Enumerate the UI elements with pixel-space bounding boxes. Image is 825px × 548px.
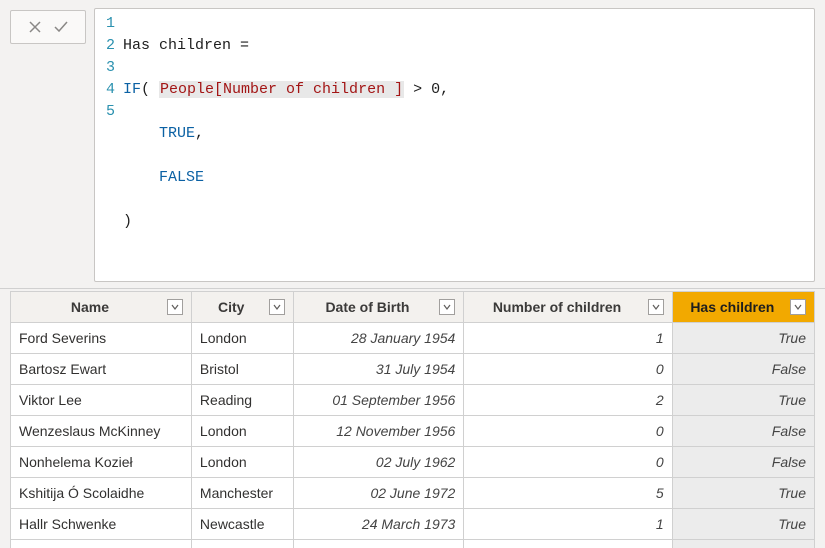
dax-editor[interactable]: 1 2 3 4 5 Has children = IF( People[Numb… (94, 8, 815, 282)
data-grid: Name City Date of Birth Number of children H… (10, 291, 815, 548)
header-row: Name City Date of Birth Number of children H… (11, 292, 815, 323)
column-label: City (200, 299, 263, 315)
indent (123, 125, 159, 142)
cell-city: Reading (191, 385, 293, 416)
cell-dob: 19 March 1977 (293, 540, 464, 548)
cond-rest: > 0, (404, 81, 449, 98)
table-row[interactable]: Wenzeslaus McKinneyLondon12 November 195… (11, 416, 815, 447)
table-row[interactable]: Ford SeverinsLondon28 January 19541True (11, 323, 815, 354)
filter-dropdown-icon[interactable] (790, 299, 806, 315)
commit-button[interactable] (51, 17, 71, 37)
formula-bar: 1 2 3 4 5 Has children = IF( People[Numb… (0, 0, 825, 289)
column-label: Has children (681, 299, 784, 315)
cell-dob: 24 March 1973 (293, 509, 464, 540)
cell-name: Viktor Lee (11, 385, 192, 416)
cell-dob: 02 June 1972 (293, 478, 464, 509)
code-line-1: Has children = (123, 37, 249, 54)
column-header-dob[interactable]: Date of Birth (293, 292, 464, 323)
grid-body: Ford SeverinsLondon28 January 19541TrueB… (11, 323, 815, 548)
column-label: Date of Birth (302, 299, 434, 315)
cell-has: False (672, 354, 814, 385)
cell-name: Angelina Hasek (11, 540, 192, 548)
cell-dob: 28 January 1954 (293, 323, 464, 354)
column-header-name[interactable]: Name (11, 292, 192, 323)
indent (123, 169, 159, 186)
line-gutter: 1 2 3 4 5 (95, 13, 123, 277)
cell-num: 2 (464, 385, 672, 416)
cell-has: False (672, 447, 814, 478)
cell-has: False (672, 416, 814, 447)
cell-city: Bristol (191, 354, 293, 385)
formula-action-buttons (10, 10, 86, 44)
table-row[interactable]: Bartosz EwartBristol31 July 19540False (11, 354, 815, 385)
cell-num: 5 (464, 478, 672, 509)
table-row[interactable]: Viktor LeeReading01 September 19562True (11, 385, 815, 416)
cell-num: 0 (464, 416, 672, 447)
code-content: Has children = IF( People[Number of chil… (123, 13, 814, 277)
cell-num: 0 (464, 354, 672, 385)
column-ref: People[Number of children ] (159, 81, 404, 98)
cell-city: London (191, 416, 293, 447)
paren-open: ( (141, 81, 159, 98)
column-header-city[interactable]: City (191, 292, 293, 323)
cell-has: True (672, 323, 814, 354)
filter-dropdown-icon[interactable] (167, 299, 183, 315)
cell-name: Bartosz Ewart (11, 354, 192, 385)
cell-city: Reading (191, 540, 293, 548)
table-row[interactable]: Kshitija Ó ScolaidheManchester02 June 19… (11, 478, 815, 509)
cell-has: True (672, 509, 814, 540)
cell-name: Wenzeslaus McKinney (11, 416, 192, 447)
cell-num: 0 (464, 447, 672, 478)
table-row[interactable]: Nonhelema KoziełLondon02 July 19620False (11, 447, 815, 478)
cell-city: Newcastle (191, 509, 293, 540)
comma: , (195, 125, 204, 142)
cell-num: 1 (464, 323, 672, 354)
cell-name: Ford Severins (11, 323, 192, 354)
paren-close: ) (123, 213, 132, 230)
const-true: TRUE (159, 125, 195, 142)
const-false: FALSE (159, 169, 204, 186)
column-header-num[interactable]: Number of children (464, 292, 672, 323)
cell-city: Manchester (191, 478, 293, 509)
table-row[interactable]: Hallr SchwenkeNewcastle24 March 19731Tru… (11, 509, 815, 540)
cancel-button[interactable] (25, 17, 45, 37)
filter-dropdown-icon[interactable] (648, 299, 664, 315)
filter-dropdown-icon[interactable] (439, 299, 455, 315)
column-label: Number of children (472, 299, 641, 315)
column-header-has[interactable]: Has children (672, 292, 814, 323)
cell-name: Kshitija Ó Scolaidhe (11, 478, 192, 509)
cell-num: 1 (464, 509, 672, 540)
cell-name: Hallr Schwenke (11, 509, 192, 540)
cell-dob: 31 July 1954 (293, 354, 464, 385)
cell-dob: 02 July 1962 (293, 447, 464, 478)
column-label: Name (19, 299, 161, 315)
cell-dob: 01 September 1956 (293, 385, 464, 416)
cell-num: 0 (464, 540, 672, 548)
cell-dob: 12 November 1956 (293, 416, 464, 447)
fn-if: IF (123, 81, 141, 98)
data-grid-wrap: Name City Date of Birth Number of children H… (0, 289, 825, 548)
cell-has: True (672, 478, 814, 509)
cell-name: Nonhelema Kozieł (11, 447, 192, 478)
cell-city: London (191, 447, 293, 478)
cell-city: London (191, 323, 293, 354)
cell-has: True (672, 385, 814, 416)
filter-dropdown-icon[interactable] (269, 299, 285, 315)
cell-has: False (672, 540, 814, 548)
table-row[interactable]: Angelina HasekReading19 March 19770False (11, 540, 815, 548)
